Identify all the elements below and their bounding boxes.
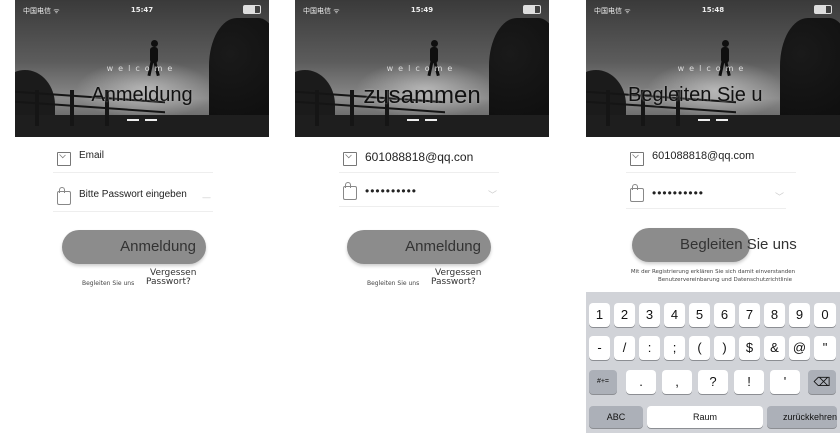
welcome-text: welcome (386, 64, 458, 73)
key-semicolon[interactable]: ; (664, 336, 685, 360)
password-input[interactable]: •••••••••• (652, 186, 704, 200)
key-at[interactable]: @ (789, 336, 810, 360)
key-paren-open[interactable]: ( (689, 336, 710, 360)
battery-icon (814, 5, 832, 14)
password-input[interactable]: Bitte Passwort eingeben (79, 189, 187, 200)
status-time: 15:48 (701, 6, 725, 14)
key-abc[interactable]: ABC (589, 406, 643, 428)
key-question[interactable]: ? (698, 370, 728, 394)
hero-image: 中国电信 ᯤ 15:47 welcome Anmeldung (15, 0, 269, 137)
key-ampersand[interactable]: & (764, 336, 785, 360)
password-field[interactable]: Bitte Passwort eingeben — (53, 183, 213, 212)
forgot-line2: Passwort? (431, 277, 476, 287)
terms-links[interactable]: Benutzervereinbarung und Datenschutzrich… (586, 276, 840, 284)
hero-title: Anmeldung (91, 84, 193, 106)
key-1[interactable]: 1 (589, 303, 610, 327)
password-input[interactable]: •••••••••• (365, 184, 417, 198)
key-paren-close[interactable]: ) (714, 336, 735, 360)
battery-icon (523, 5, 541, 14)
space-key[interactable]: Raum (647, 406, 763, 428)
terms-text: Mit der Registrierung erklären Sie sich … (586, 268, 840, 284)
hero-title: Begleiten Sie u (628, 84, 763, 106)
terms-line1: Mit der Registrierung erklären Sie sich … (630, 269, 796, 275)
hero-image: 中国电信 ᯤ 15:49 welcome zusammen (295, 0, 549, 137)
key-3[interactable]: 3 (639, 303, 660, 327)
key-colon[interactable]: : (639, 336, 660, 360)
mail-icon (57, 152, 71, 166)
eye-toggle-icon[interactable]: ﹀ (775, 190, 784, 203)
email-input[interactable]: 601088818@qq.com (652, 150, 754, 162)
login-button[interactable]: Anmeldung (347, 230, 491, 264)
key-8[interactable]: 8 (764, 303, 785, 327)
welcome-text: welcome (677, 64, 749, 73)
status-bar: 中国电信 ᯤ 15:49 (295, 0, 549, 16)
hero-title: zusammen (363, 82, 481, 109)
key-0[interactable]: 0 (814, 303, 836, 327)
key-9[interactable]: 9 (789, 303, 810, 327)
carousel-dots[interactable] (295, 119, 549, 121)
return-key[interactable]: zurückkehren (767, 406, 837, 428)
login-button[interactable]: Anmeldung (62, 230, 206, 264)
key-4[interactable]: 4 (664, 303, 685, 327)
email-input[interactable]: 601088818@qq.con (365, 150, 473, 164)
key-2[interactable]: 2 (614, 303, 635, 327)
password-field[interactable]: •••••••••• ﹀ (626, 180, 786, 209)
hero-image: 中国电信 ᯤ 15:48 welcome Begleiten Sie u (586, 0, 840, 137)
register-button[interactable]: Begleiten Sie uns (632, 228, 797, 262)
key-apostrophe[interactable]: ' (770, 370, 800, 394)
key-symbols[interactable]: #+= (589, 370, 617, 394)
key-minus[interactable]: - (589, 336, 610, 360)
status-bar: 中国电信 ᯤ 15:48 (586, 0, 840, 16)
status-time: 15:47 (130, 6, 154, 14)
key-7[interactable]: 7 (739, 303, 760, 327)
mail-icon (630, 152, 644, 166)
status-time: 15:49 (410, 6, 434, 14)
forgot-password-link[interactable]: Vergessen Passwort? (146, 269, 196, 287)
signup-link[interactable]: Begleiten Sie uns (367, 280, 419, 287)
login-screen-2: 中国电信 ᯤ 15:49 welcome zusammen 601088818@… (295, 0, 549, 433)
forgot-line2: Passwort? (146, 277, 191, 287)
lock-icon (57, 187, 71, 205)
carousel-dots[interactable] (15, 119, 269, 121)
eye-toggle-icon[interactable]: — (202, 193, 211, 203)
signup-link[interactable]: Begleiten Sie uns (82, 280, 134, 287)
email-input[interactable]: Email (79, 150, 104, 161)
numeric-keyboard: 1 2 3 4 5 6 7 8 9 0 - / : ; ( ) $ & @ " … (586, 292, 840, 433)
carousel-dots[interactable] (586, 119, 840, 121)
email-field[interactable]: Email (53, 144, 213, 173)
forgot-password-link[interactable]: Vergessen Passwort? (431, 269, 481, 287)
key-period[interactable]: . (626, 370, 656, 394)
email-field[interactable]: 601088818@qq.con (339, 144, 499, 173)
key-slash[interactable]: / (614, 336, 635, 360)
status-bar: 中国电信 ᯤ 15:47 (15, 0, 269, 16)
register-screen: 中国电信 ᯤ 15:48 welcome Begleiten Sie u 601… (586, 0, 840, 433)
mail-icon (343, 152, 357, 166)
lock-icon (630, 184, 644, 202)
key-5[interactable]: 5 (689, 303, 710, 327)
password-field[interactable]: •••••••••• ﹀ (339, 178, 499, 207)
login-screen-1: 中国电信 ᯤ 15:47 welcome Anmeldung Email Bit… (15, 0, 269, 433)
key-quote[interactable]: " (814, 336, 836, 360)
email-field[interactable]: 601088818@qq.com (626, 144, 796, 173)
lock-icon (343, 182, 357, 200)
key-exclaim[interactable]: ! (734, 370, 764, 394)
key-6[interactable]: 6 (714, 303, 735, 327)
eye-toggle-icon[interactable]: ﹀ (488, 188, 497, 201)
backspace-icon[interactable]: ⌫ (808, 370, 836, 394)
battery-icon (243, 5, 261, 14)
key-dollar[interactable]: $ (739, 336, 760, 360)
key-comma[interactable]: , (662, 370, 692, 394)
welcome-text: welcome (106, 64, 178, 73)
